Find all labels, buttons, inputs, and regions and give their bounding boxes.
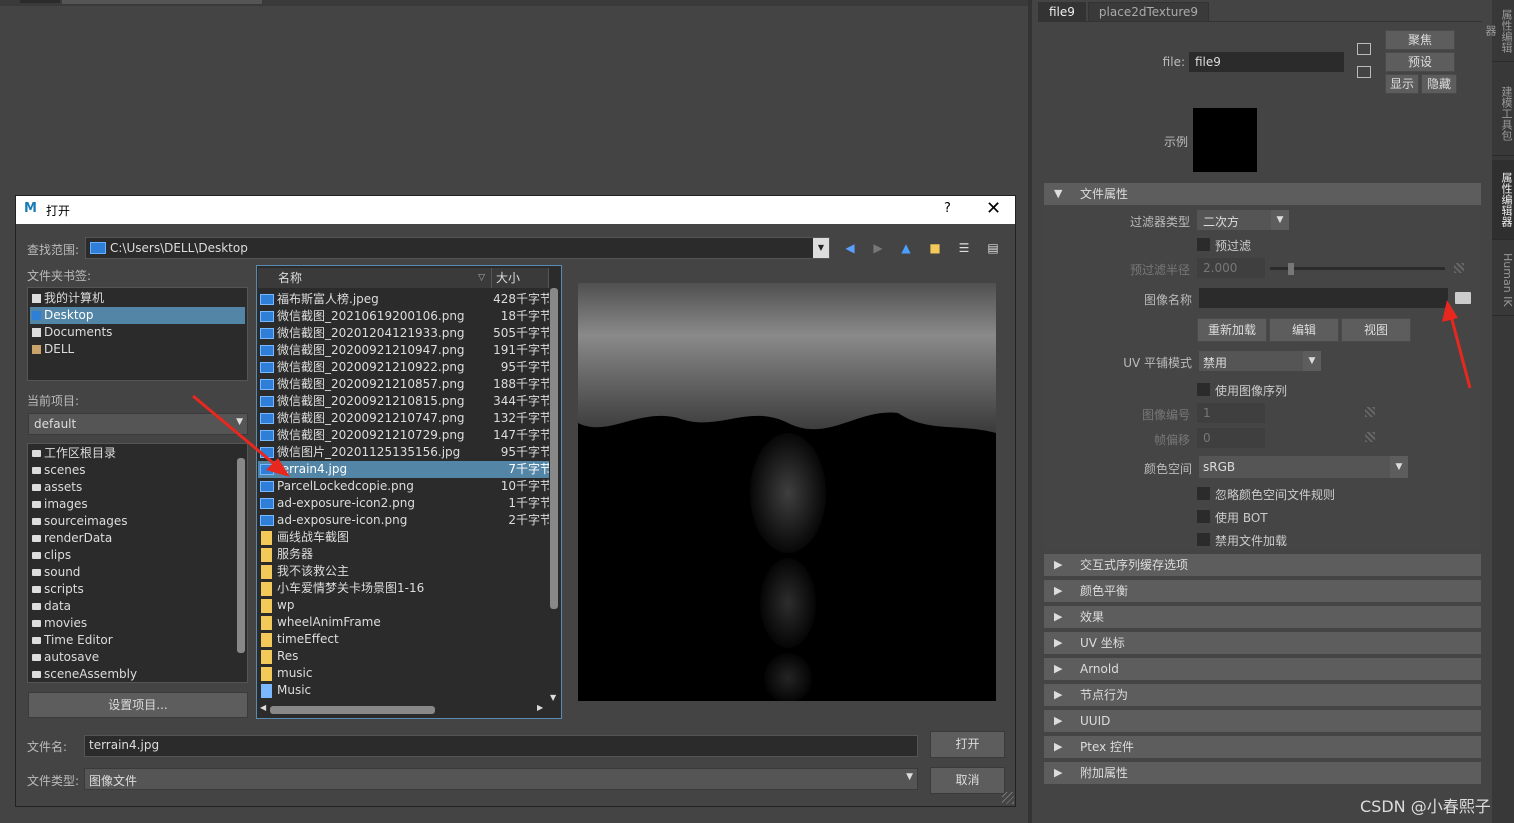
annotation-arrowhead-folder xyxy=(1442,300,1458,322)
annotation-arrow-folder xyxy=(1448,311,1472,389)
watermark: CSDN @小春熙子 xyxy=(1360,797,1491,816)
annotation-arrows xyxy=(192,300,1472,477)
annotation-arrow-file xyxy=(192,394,279,469)
